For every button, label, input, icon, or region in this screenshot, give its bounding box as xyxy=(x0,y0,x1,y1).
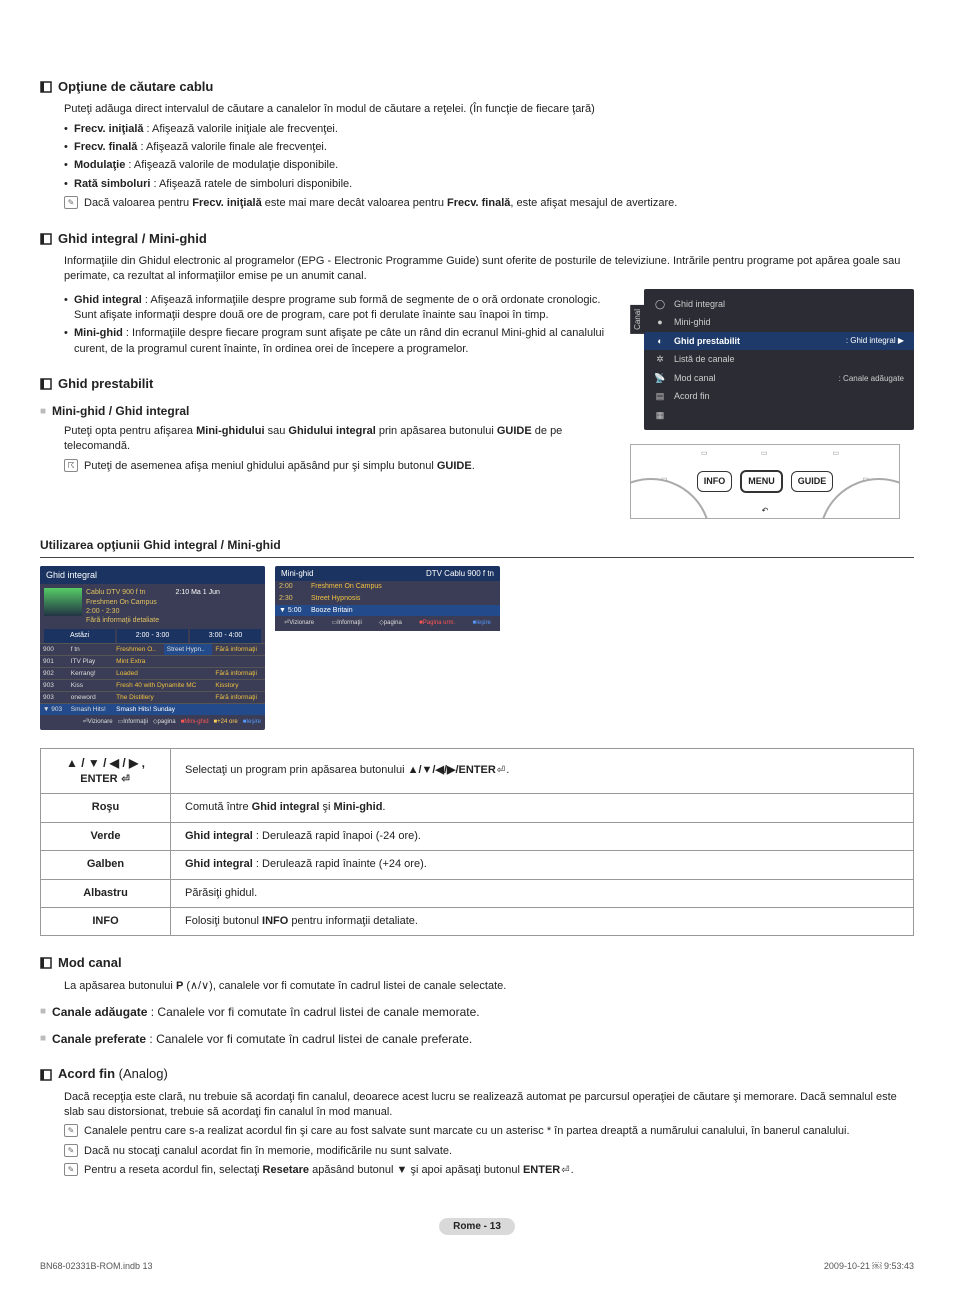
remote-diagram: ▭ ▭ ▭ ▭ ▭ INFO MENU GUIDE ↶ xyxy=(630,444,900,519)
sub-item: ■Canale preferate : Canalele vor fi comu… xyxy=(40,1031,914,1048)
note-icon: ✎ xyxy=(64,1124,78,1137)
print-meta: BN68-02331B-ROM.indb 132009-10-21 ￼ 9:53… xyxy=(40,1260,914,1273)
guide-bullets: Ghid integral : Afişează informaţiile de… xyxy=(64,293,612,358)
tab: 2:00 - 3:00 xyxy=(117,629,188,643)
section-fine-tune: Acord fin (Analog) xyxy=(40,1065,914,1083)
table-value: Ghid integral : Derulează rapid înapoi (… xyxy=(171,822,914,850)
enter-icon: ⏎ xyxy=(560,1164,570,1177)
angle-icon xyxy=(40,233,52,245)
square-icon: ■ xyxy=(40,405,46,419)
default-guide-note: ☈ Puteţi de asemenea afişa meniul ghidul… xyxy=(64,459,612,474)
note-icon: ✎ xyxy=(64,1144,78,1157)
tab: 3:00 - 4:00 xyxy=(190,629,261,643)
table-key: ▲ / ▼ / ◀ / ▶ ,ENTER ⏎ xyxy=(41,748,171,794)
cable-note: ✎ Dacă valoarea pentru Frecv. iniţială e… xyxy=(64,196,914,211)
menu-button: MENU xyxy=(740,470,783,493)
remote-note-icon: ☈ xyxy=(64,459,78,472)
angle-icon xyxy=(40,378,52,390)
menu-item-label: Mod canal xyxy=(674,372,716,385)
sub-heading: ■Mini-ghid / Ghid integral xyxy=(40,403,612,420)
program-table: 900f tnFreshmen O..Street Hypn..Fără inf… xyxy=(40,643,265,716)
info-button: INFO xyxy=(697,471,733,492)
gear-icon: ✲ xyxy=(654,354,666,366)
menu-item-label: Mini-ghid xyxy=(674,316,711,329)
dot-icon: ● xyxy=(654,316,666,328)
mini-guide-screenshot: Mini-ghidDTV Cablu 900 f tn 2:00Freshmen… xyxy=(275,566,500,730)
table-key: Verde xyxy=(41,822,171,850)
section-channel-mode: Mod canal xyxy=(40,954,914,972)
heading-text: Ghid integral / Mini-ghid xyxy=(58,230,207,248)
globe-icon: ◐ xyxy=(654,335,666,347)
table-value: Ghid integral : Derulează rapid înainte … xyxy=(171,851,914,879)
tab: Astăzi xyxy=(44,629,115,643)
menu-item-selected: ◐Ghid prestabilit: Ghid integral ▶ xyxy=(644,332,914,351)
square-icon: ▦ xyxy=(654,409,666,421)
page-footer: Rome - 13 xyxy=(40,1219,914,1234)
guide-button: GUIDE xyxy=(791,471,834,492)
angle-icon xyxy=(40,81,52,93)
guide-controls-table: ▲ / ▼ / ◀ / ▶ ,ENTER ⏎ Selectaţi un prog… xyxy=(40,748,914,937)
table-value: Folosiţi butonul INFO pentru informaţii … xyxy=(171,907,914,935)
section-guide: Ghid integral / Mini-ghid xyxy=(40,230,914,248)
sub-item: ■Canale adăugate : Canalele vor fi comut… xyxy=(40,1004,914,1021)
table-value: Comută între Ghid integral şi Mini-ghid. xyxy=(171,794,914,822)
table-key: Roşu xyxy=(41,794,171,822)
note-icon: ✎ xyxy=(64,196,78,209)
menu-item-label: Ghid integral xyxy=(674,298,725,311)
cable-options-list: Frecv. iniţială : Afişează valorile iniţ… xyxy=(64,122,914,193)
label-icon: ▭ xyxy=(701,449,708,459)
square-icon: ■ xyxy=(40,1005,46,1019)
antenna-icon: 📡 xyxy=(654,372,666,384)
fine-tune-note-2: ✎Dacă nu stocaţi canalul acordat fin în … xyxy=(64,1144,914,1159)
enter-icon: ⏎ xyxy=(496,764,506,777)
circle-icon: ◯ xyxy=(654,298,666,310)
list-item: Frecv. iniţială : Afişează valorile iniţ… xyxy=(64,122,914,137)
menu-tab-label: Canal xyxy=(630,305,645,334)
menu-item-label: Listă de canale xyxy=(674,353,735,366)
menu-item-label: Acord fin xyxy=(674,390,710,403)
heading-text: Ghid prestabilit xyxy=(58,375,153,393)
fine-tune-note-3: ✎ Pentru a reseta acordul fin, selectaţi… xyxy=(64,1163,914,1178)
default-guide-text: Puteţi opta pentru afişarea Mini-ghidulu… xyxy=(64,424,612,455)
fine-tune-intro: Dacă recepţia este clară, nu trebuie să … xyxy=(64,1090,914,1121)
return-icon: ↶ xyxy=(762,505,769,516)
guide-intro: Informaţiile din Ghidul electronic al pr… xyxy=(64,254,914,285)
channel-mode-intro: La apăsarea butonului P (∧/∨), canalele … xyxy=(64,979,914,994)
list-item: Rată simboluri : Afişează ratele de simb… xyxy=(64,177,914,192)
fine-tune-note-1: ✎Canalele pentru care s-a realizat acord… xyxy=(64,1124,914,1139)
table-key: INFO xyxy=(41,907,171,935)
note-icon: ✎ xyxy=(64,1163,78,1176)
list-item: Mini-ghid : Informaţiile despre fiecare … xyxy=(64,326,612,357)
shot-title: Ghid integral xyxy=(40,566,265,585)
label-icon: ▭ xyxy=(761,449,768,459)
list-item: Frecv. finală : Afişează valorile finale… xyxy=(64,140,914,155)
heading-text: Mod canal xyxy=(58,954,122,972)
tune-icon: ▤ xyxy=(654,391,666,403)
table-key: Albastru xyxy=(41,879,171,907)
cable-intro: Puteţi adăuga direct intervalul de căuta… xyxy=(64,102,914,117)
full-guide-screenshot: Ghid integral Cablu DTV 900 f tn2:10 Ma … xyxy=(40,566,265,730)
label-icon: ▭ xyxy=(832,449,839,459)
angle-icon xyxy=(40,1069,52,1081)
table-value: Părăsiţi ghidul. xyxy=(171,879,914,907)
list-item: Modulaţie : Afişează valorile de modulaţ… xyxy=(64,158,914,173)
usage-heading: Utilizarea opţiunii Ghid integral / Mini… xyxy=(40,537,914,558)
thumbnail xyxy=(44,588,82,616)
angle-icon xyxy=(40,957,52,969)
section-default-guide: Ghid prestabilit xyxy=(40,375,612,393)
heading-text: Opţiune de căutare cablu xyxy=(58,78,213,96)
list-item: Ghid integral : Afişează informaţiile de… xyxy=(64,293,612,324)
enter-icon: ⏎ xyxy=(118,773,131,786)
table-value: Selectaţi un program prin apăsarea buton… xyxy=(171,748,914,794)
channel-menu-diagram: Canal ◯Ghid integral ●Mini-ghid ◐Ghid pr… xyxy=(644,289,914,431)
section-cable-search-option: Opţiune de căutare cablu xyxy=(40,78,914,96)
square-icon: ■ xyxy=(40,1032,46,1046)
table-key: Galben xyxy=(41,851,171,879)
